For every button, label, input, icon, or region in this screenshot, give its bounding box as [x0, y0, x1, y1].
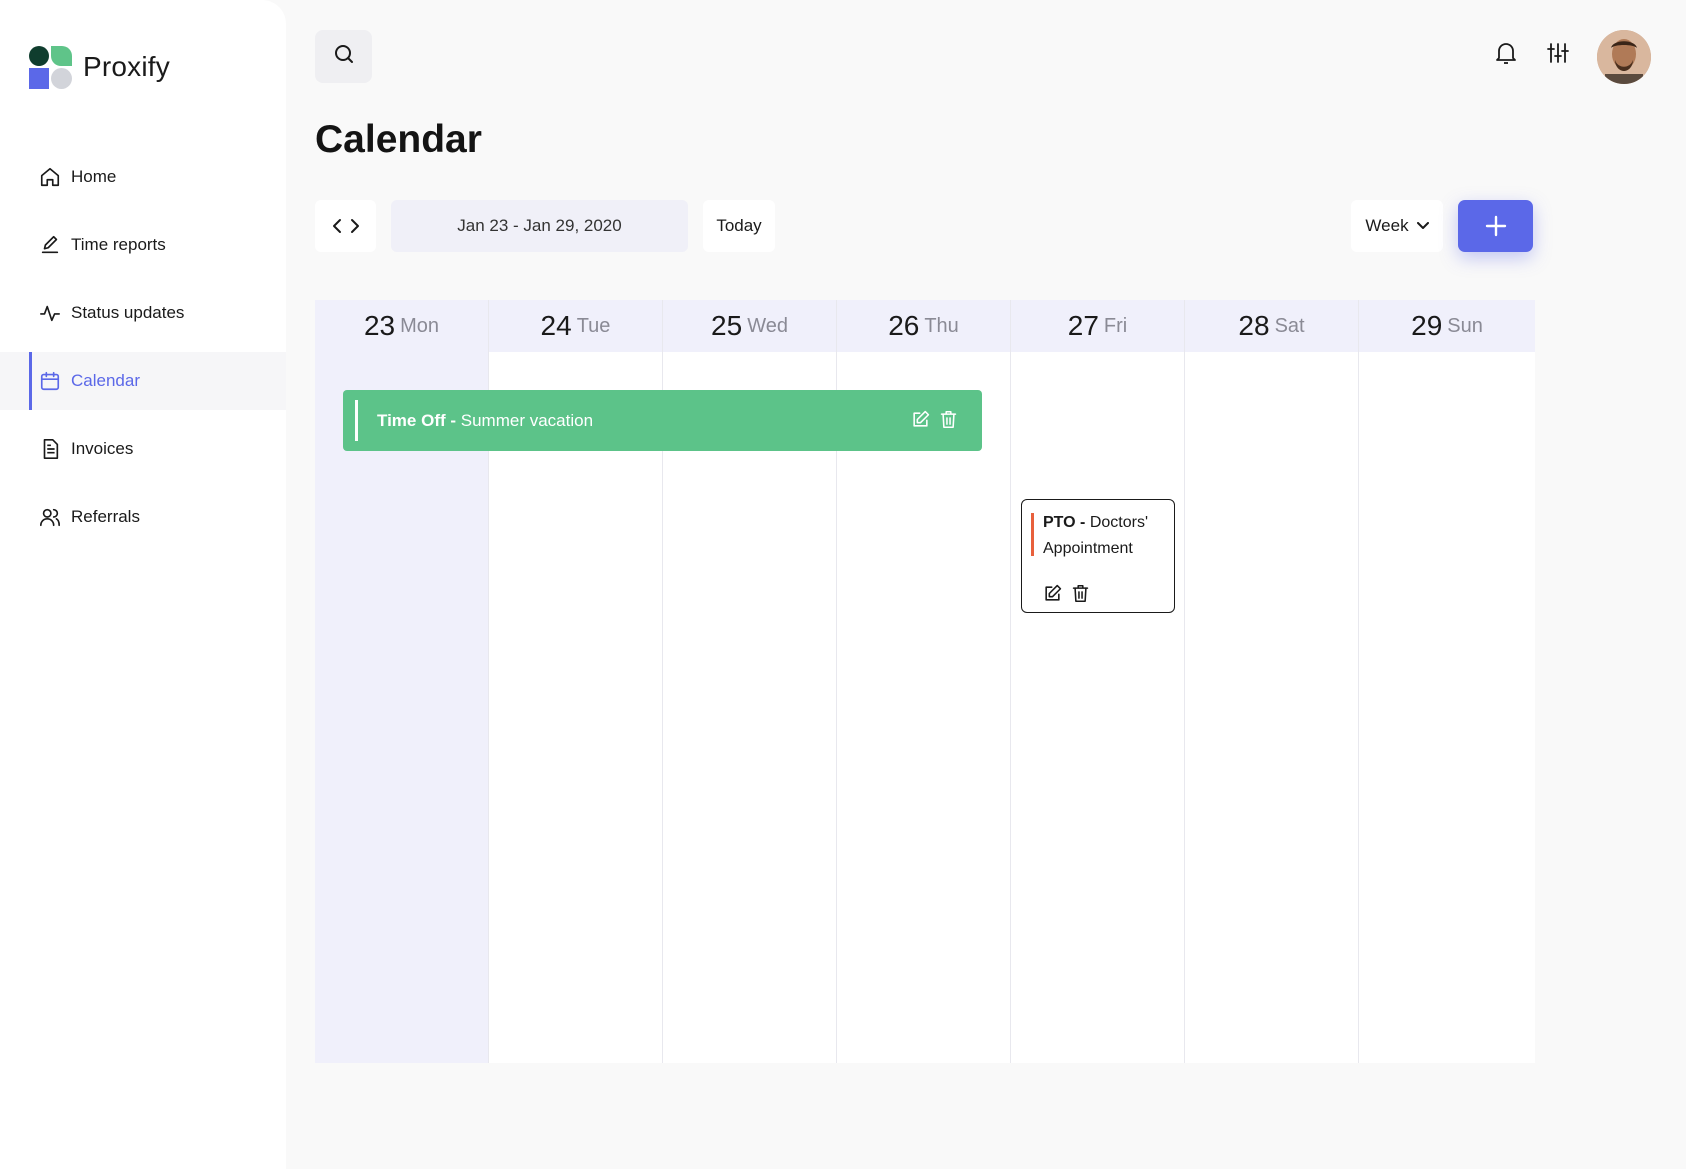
day-name: Wed — [747, 314, 788, 337]
day-header: 28 Sat — [1185, 300, 1358, 352]
sidebar-item-label: Status updates — [71, 303, 185, 322]
activity-icon — [39, 302, 61, 324]
day-header: 26 Thu — [837, 300, 1010, 352]
event-marker — [1031, 513, 1034, 556]
event-pto[interactable]: PTO - Doctors' Appointment — [1021, 499, 1175, 613]
event-time-off[interactable]: Time Off - Summer vacation — [343, 390, 982, 451]
chevron-down-icon — [1416, 222, 1429, 230]
day-number: 28 — [1238, 310, 1270, 341]
day-header: 27 Fri — [1011, 300, 1184, 352]
sidebar-item-referrals[interactable]: Referrals — [0, 488, 286, 546]
sidebar-item-calendar[interactable]: Calendar — [0, 352, 286, 410]
day-name: Fri — [1103, 314, 1128, 337]
today-button[interactable]: Today — [703, 200, 775, 252]
document-icon — [39, 438, 61, 460]
sidebar-item-time-reports[interactable]: Time reports — [0, 216, 286, 274]
event-label: Time Off - Summer vacation — [377, 411, 593, 431]
day-name: Sun — [1447, 314, 1483, 337]
day-number: 29 — [1411, 310, 1443, 341]
sidebar-item-home[interactable]: Home — [0, 148, 286, 206]
settings-button[interactable] — [1543, 38, 1573, 72]
notifications-button[interactable] — [1491, 38, 1521, 72]
sidebar-item-label: Calendar — [71, 371, 140, 390]
search-button[interactable] — [315, 30, 372, 83]
day-column-sun[interactable]: 29 Sun — [1359, 300, 1535, 1063]
sidebar-item-label: Time reports — [71, 235, 166, 254]
day-number: 27 — [1067, 310, 1099, 341]
view-select-label: Week — [1365, 216, 1409, 235]
sidebar-item-invoices[interactable]: Invoices — [0, 420, 286, 478]
day-number: 24 — [540, 310, 572, 341]
logo-mark-icon — [29, 45, 72, 89]
day-number: 26 — [888, 310, 920, 341]
app-name: Proxify — [83, 51, 170, 82]
sidebar-item-label: Home — [71, 167, 117, 186]
users-icon — [39, 506, 61, 528]
user-avatar[interactable] — [1597, 30, 1651, 84]
day-number: 25 — [711, 310, 743, 341]
event-type: PTO - — [1043, 514, 1090, 531]
day-name: Tue — [576, 314, 611, 337]
home-icon — [39, 166, 61, 188]
sidebar: Proxify Home Time reports Status updates… — [0, 0, 286, 1169]
plus-icon — [1485, 215, 1507, 237]
sidebar-item-label: Referrals — [71, 507, 140, 526]
event-actions — [1043, 584, 1089, 603]
page-title: Calendar — [315, 118, 482, 161]
day-header: 25 Wed — [663, 300, 836, 352]
edit-icon[interactable] — [911, 410, 930, 429]
day-name: Mon — [400, 314, 440, 337]
day-header: 24 Tue — [489, 300, 662, 352]
search-icon — [332, 42, 356, 71]
sliders-icon — [1546, 41, 1570, 70]
sidebar-item-label: Invoices — [71, 439, 134, 458]
date-navigation — [315, 200, 376, 252]
sidebar-nav: Home Time reports Status updates Calenda… — [0, 148, 286, 556]
day-column-fri[interactable]: 27 Fri — [1011, 300, 1185, 1063]
event-actions — [911, 410, 957, 429]
date-range-display[interactable]: Jan 23 - Jan 29, 2020 — [391, 200, 688, 252]
event-label: PTO - Doctors' Appointment — [1043, 510, 1171, 562]
pencil-icon — [39, 234, 61, 256]
edit-icon[interactable] — [1043, 584, 1062, 603]
event-title: Summer vacation — [460, 410, 594, 430]
app-logo[interactable]: Proxify — [29, 45, 170, 89]
calendar-icon — [39, 370, 61, 392]
chevron-right-icon[interactable] — [350, 218, 360, 234]
day-name: Thu — [924, 314, 959, 337]
day-header: 23 Mon — [315, 300, 488, 352]
trash-icon[interactable] — [1072, 584, 1089, 603]
view-select[interactable]: Week — [1351, 200, 1443, 252]
day-header: 29 Sun — [1359, 300, 1535, 352]
day-number: 23 — [363, 310, 396, 341]
add-event-button[interactable] — [1458, 200, 1533, 252]
chevron-left-icon[interactable] — [332, 218, 342, 234]
sidebar-item-status-updates[interactable]: Status updates — [0, 284, 286, 342]
bell-icon — [1494, 40, 1518, 71]
trash-icon[interactable] — [940, 410, 957, 429]
day-column-sat[interactable]: 28 Sat — [1185, 300, 1359, 1063]
event-marker — [355, 400, 358, 441]
event-type: Time Off - — [377, 410, 461, 430]
day-name: Sat — [1274, 314, 1305, 337]
